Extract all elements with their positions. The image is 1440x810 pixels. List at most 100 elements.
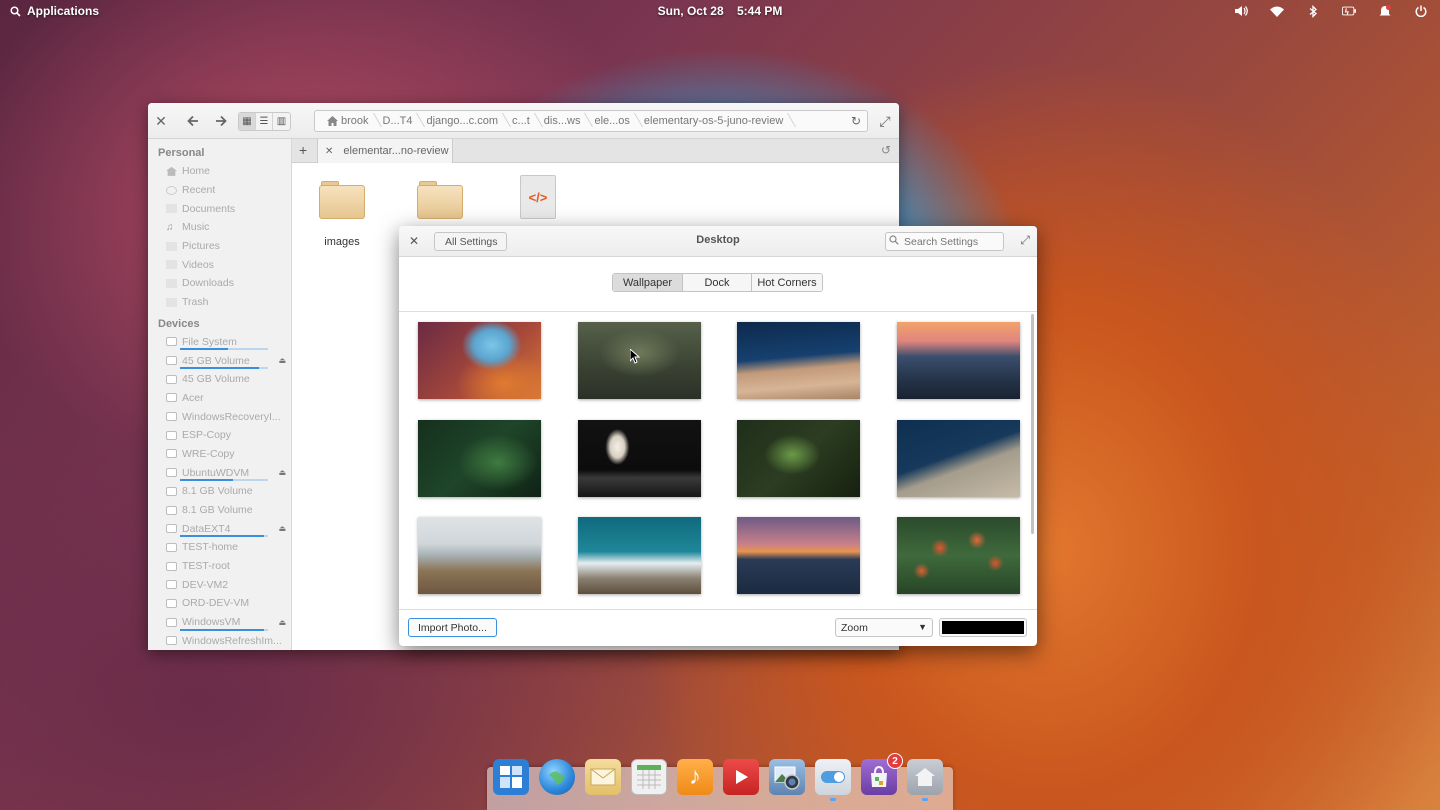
tab-hot-corners[interactable]: Hot Corners (752, 274, 822, 291)
sidebar-item-device[interactable]: WindowsVM ⏏ (148, 613, 291, 632)
coast-wallpaper[interactable] (418, 517, 541, 594)
folder-icon[interactable] (417, 181, 463, 219)
snowy-mountains-wallpaper[interactable] (578, 517, 701, 594)
location-bar[interactable]: brook D...T4 django...c.com c...t dis...… (314, 110, 868, 132)
folder-label: images (324, 236, 360, 248)
close-icon[interactable]: ✕ (407, 234, 421, 248)
power-icon[interactable] (1414, 4, 1428, 18)
history-icon[interactable]: ↺ (881, 143, 891, 157)
sidebar-item-home[interactable]: Home (148, 162, 291, 181)
appcenter-icon[interactable]: 2 (861, 753, 903, 795)
multitasking-view-icon[interactable] (493, 759, 529, 795)
grid-view-icon[interactable]: ▦ (239, 113, 256, 130)
sidebar-item-device[interactable]: TEST-home (148, 538, 291, 557)
sidebar-item-label: UbuntuWDVM (182, 466, 250, 479)
lantern-wallpaper[interactable] (578, 420, 701, 497)
mail-icon[interactable] (585, 759, 621, 795)
eject-icon[interactable]: ⏏ (278, 356, 286, 365)
divider (399, 609, 1037, 610)
breadcrumb[interactable]: django...c.com (418, 115, 504, 127)
sidebar-item-device[interactable]: ORD-DEV-VM (148, 594, 291, 613)
breadcrumb-home[interactable]: brook (319, 115, 375, 127)
list-view-icon[interactable]: ☰ (256, 113, 273, 130)
files-icon[interactable] (907, 759, 943, 801)
pier-sunset-wallpaper[interactable] (737, 517, 860, 594)
sidebar-item-videos[interactable]: Videos (148, 255, 291, 274)
eject-icon[interactable]: ⏏ (278, 468, 286, 477)
eject-icon[interactable]: ⏏ (278, 618, 286, 627)
sidebar-item-device[interactable]: ESP-Copy (148, 426, 291, 445)
search-input[interactable] (885, 232, 1004, 251)
color-button[interactable] (939, 618, 1027, 637)
ocean-aerial-wallpaper[interactable] (897, 420, 1020, 497)
maximize-icon[interactable]: ⤢ (1020, 233, 1030, 248)
sidebar-item-device[interactable]: 8.1 GB Volume (148, 482, 291, 501)
mountains-sunset-wallpaper[interactable] (897, 322, 1020, 399)
html-file-icon[interactable]: </> (520, 175, 556, 219)
back-arrow-icon[interactable] (184, 112, 202, 130)
sidebar-item-device[interactable]: File System (148, 333, 291, 352)
battery-icon[interactable] (1342, 4, 1356, 18)
photos-icon[interactable] (769, 759, 805, 795)
breadcrumb-current[interactable]: elementary-os-5-juno-review (636, 115, 789, 127)
tab-wallpaper[interactable]: Wallpaper (613, 274, 683, 291)
scrollbar[interactable] (1031, 314, 1034, 534)
water-dock-wallpaper[interactable] (737, 322, 860, 399)
sidebar-item-downloads[interactable]: Downloads (148, 274, 291, 293)
plant-wallpaper[interactable] (737, 420, 860, 497)
forward-arrow-icon[interactable] (212, 112, 230, 130)
tulips-wallpaper[interactable] (897, 517, 1020, 594)
sidebar-item-pictures[interactable]: Pictures (148, 237, 291, 256)
clock-time[interactable]: 5:44 PM (737, 4, 782, 18)
new-tab-icon[interactable]: + (299, 142, 307, 158)
breadcrumb[interactable]: c...t (504, 115, 536, 127)
sidebar-item-documents[interactable]: Documents (148, 199, 291, 218)
web-browser-icon[interactable] (539, 759, 575, 795)
bluetooth-icon[interactable] (1306, 4, 1320, 18)
drive-icon (166, 374, 177, 384)
sidebar-item-device[interactable]: TEST-root (148, 557, 291, 576)
sidebar-item-device[interactable]: DEV-VM2 (148, 575, 291, 594)
drive-icon (166, 524, 177, 534)
fern-wallpaper[interactable] (418, 420, 541, 497)
breadcrumb[interactable]: dis...ws (536, 115, 587, 127)
sidebar-item-device[interactable]: Acer (148, 389, 291, 408)
maximize-icon[interactable]: ⤢ (876, 112, 894, 130)
sidebar-item-device[interactable]: WRE-Copy (148, 445, 291, 464)
zoom-select[interactable]: Zoom ▼ (835, 618, 933, 637)
sidebar-item-device[interactable]: UbuntuWDVM ⏏ (148, 463, 291, 482)
sidebar-item-label: 8.1 GB Volume (182, 504, 253, 517)
sidebar-item-device[interactable]: 8.1 GB Volume (148, 501, 291, 520)
breadcrumb[interactable]: D...T4 (375, 115, 419, 127)
notifications-icon[interactable] (1378, 4, 1392, 18)
system-settings-icon[interactable] (815, 759, 851, 801)
import-photo-button[interactable]: Import Photo... (408, 618, 497, 637)
videos-icon[interactable] (723, 759, 759, 795)
folder-icon[interactable] (319, 181, 365, 219)
volume-icon[interactable] (1234, 4, 1248, 18)
sidebar-item-trash[interactable]: Trash (148, 293, 291, 312)
eject-icon[interactable]: ⏏ (278, 524, 286, 533)
breadcrumb[interactable]: ele...os (586, 115, 635, 127)
music-icon[interactable]: ♪ (677, 759, 713, 795)
sidebar-item-device[interactable]: 45 GB Volume ⏏ (148, 351, 291, 370)
close-tab-icon[interactable]: ✕ (325, 146, 333, 157)
sidebar-item-device[interactable]: DataEXT4 ⏏ (148, 519, 291, 538)
tab-dock[interactable]: Dock (683, 274, 752, 291)
calendar-icon[interactable] (631, 759, 667, 795)
sidebar-item-music[interactable]: ♫ Music (148, 218, 291, 237)
close-icon[interactable]: ✕ (152, 112, 170, 130)
sidebar-item-device[interactable]: 45 GB Volume (148, 370, 291, 389)
tab-current[interactable]: ✕ elementar...no-review (317, 139, 453, 163)
sidebar-item-device[interactable]: WindowsRecoveryI... (148, 407, 291, 426)
sidebar-item-device[interactable]: WindowsRefreshIm... (148, 632, 291, 651)
sidebar-item-recent[interactable]: Recent (148, 181, 291, 200)
wifi-icon[interactable] (1270, 4, 1284, 18)
canyon-wallpaper[interactable] (418, 322, 541, 399)
column-view-icon[interactable]: ▥ (273, 113, 290, 130)
applications-menu[interactable]: Applications (10, 4, 99, 18)
files-sidebar: Personal Home Recent Documents ♫ Music Pi… (148, 139, 292, 650)
refresh-icon[interactable]: ↻ (851, 114, 861, 128)
all-settings-button[interactable]: All Settings (434, 232, 507, 251)
clock-date[interactable]: Sun, Oct 28 (658, 4, 724, 18)
